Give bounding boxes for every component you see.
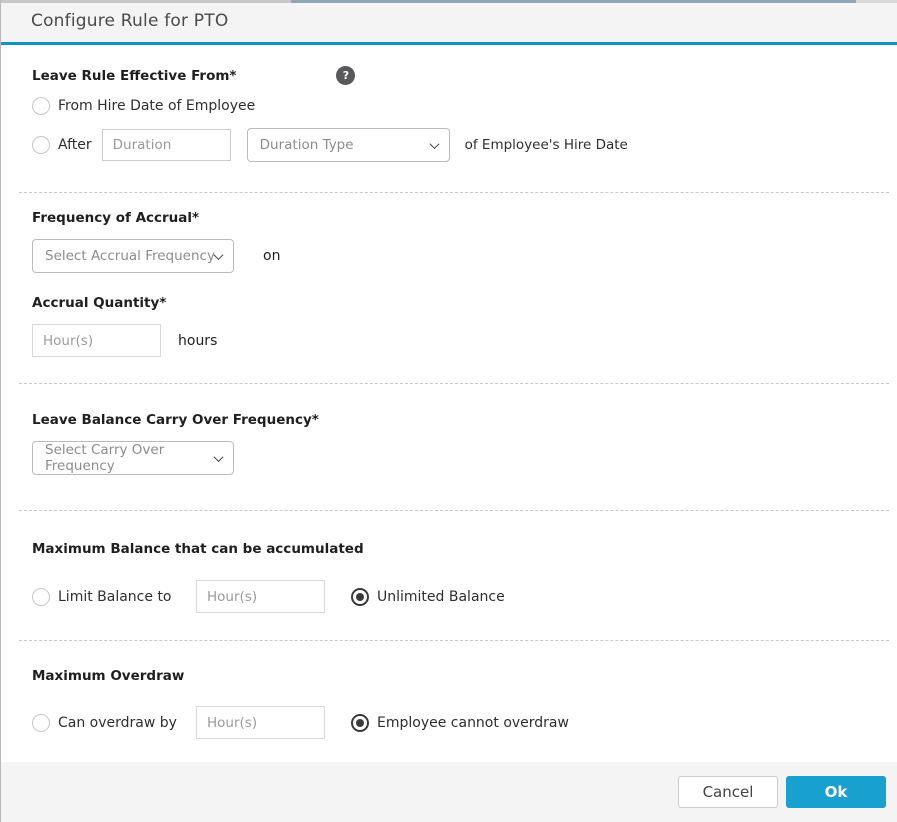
page-top-edge-right: [856, 0, 897, 3]
chevron-down-icon: [213, 451, 224, 462]
after-radio-label: After: [58, 137, 92, 153]
after-radio[interactable]: [32, 136, 50, 154]
limit-balance-radio[interactable]: [32, 587, 50, 606]
carry-over-select[interactable]: Select Carry Over Frequency: [32, 441, 234, 475]
max-overdraw-label: Maximum Overdraw: [32, 668, 185, 684]
accrual-quantity-row: hours: [32, 324, 887, 357]
after-option-row: After Duration Type of Employee's Hire D…: [32, 128, 887, 162]
carry-over-row: Select Carry Over Frequency: [32, 441, 887, 475]
overdraw-input[interactable]: [196, 706, 325, 739]
carry-over-select-value: Select Carry Over Frequency: [45, 442, 165, 474]
section-divider: [19, 640, 889, 641]
accrual-quantity-input[interactable]: [32, 324, 161, 357]
max-overdraw-row: Can overdraw by Employee cannot overdraw: [32, 706, 887, 739]
page-top-edge-middle: [291, 0, 856, 3]
dialog-title: Configure Rule for PTO: [31, 11, 229, 31]
accrual-hours-text: hours: [178, 332, 218, 349]
max-balance-label: Maximum Balance that can be accumulated: [32, 541, 364, 557]
page-top-edge-left: [1, 0, 291, 3]
accrual-frequency-label: Frequency of Accrual*: [32, 210, 200, 226]
duration-type-select[interactable]: Duration Type: [246, 128, 450, 162]
hire-date-radio-label: From Hire Date of Employee: [58, 98, 256, 114]
accrual-frequency-select[interactable]: Select Accrual Frequency: [32, 239, 234, 273]
cancel-button[interactable]: Cancel: [678, 776, 778, 808]
ok-button[interactable]: Ok: [786, 776, 886, 808]
duration-type-select-value: Duration Type: [259, 137, 354, 153]
dialog-footer: Cancel Ok: [1, 762, 897, 822]
limit-balance-input[interactable]: [196, 580, 325, 613]
chevron-down-icon: [213, 249, 224, 260]
hire-date-suffix-text: of Employee's Hire Date: [464, 137, 628, 153]
section-divider: [19, 192, 889, 193]
can-overdraw-radio[interactable]: [32, 713, 50, 732]
cannot-overdraw-radio-label: Employee cannot overdraw: [377, 714, 569, 731]
chevron-down-icon: [429, 138, 440, 149]
accrual-frequency-row: Select Accrual Frequency on: [32, 239, 887, 273]
can-overdraw-radio-label: Can overdraw by: [58, 714, 177, 731]
help-icon[interactable]: ?: [336, 66, 356, 85]
limit-balance-radio-label: Limit Balance to: [58, 588, 172, 605]
cannot-overdraw-radio[interactable]: [351, 713, 369, 732]
unlimited-balance-radio[interactable]: [351, 587, 369, 606]
hire-date-radio[interactable]: [32, 97, 50, 115]
accrual-quantity-label: Accrual Quantity*: [32, 295, 167, 311]
page-top-edge: [1, 0, 897, 3]
duration-input[interactable]: [101, 129, 231, 161]
effective-from-label: Leave Rule Effective From*: [32, 67, 237, 84]
accrual-frequency-select-value: Select Accrual Frequency: [45, 248, 215, 264]
accrual-on-text: on: [263, 248, 281, 264]
section-divider: [19, 510, 889, 511]
max-balance-row: Limit Balance to Unlimited Balance: [32, 580, 887, 613]
configure-rule-dialog: Configure Rule for PTO Leave Rule Effect…: [0, 0, 897, 822]
dialog-body: Leave Rule Effective From* ? From Hire D…: [1, 45, 897, 762]
section-divider: [19, 383, 889, 384]
unlimited-balance-radio-label: Unlimited Balance: [377, 588, 505, 605]
dialog-header: Configure Rule for PTO: [1, 0, 897, 45]
hire-date-option-row: From Hire Date of Employee: [32, 97, 887, 115]
carry-over-label: Leave Balance Carry Over Frequency*: [32, 412, 319, 428]
effective-from-label-row: Leave Rule Effective From* ?: [32, 66, 887, 85]
